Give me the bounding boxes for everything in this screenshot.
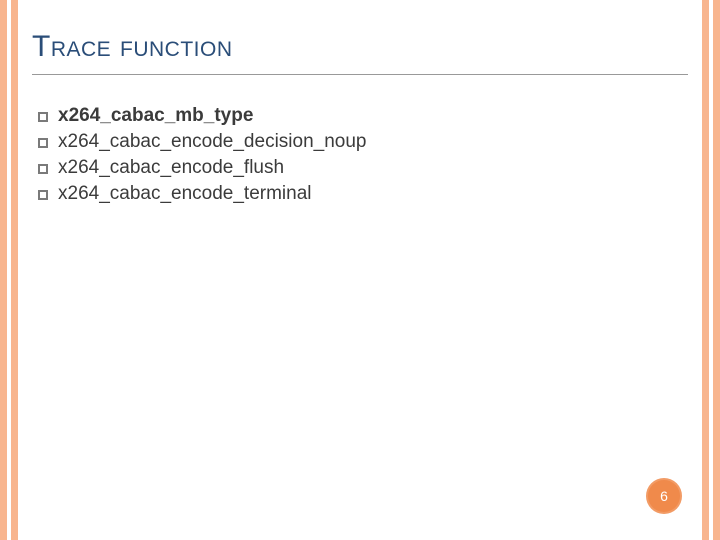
decorative-stripe <box>11 0 18 540</box>
list-item: x264_cabac_encode_decision_noup <box>38 131 688 153</box>
list-item-text: x264_cabac_encode_decision_noup <box>58 131 366 153</box>
list-item-text: x264_cabac_encode_flush <box>58 157 284 179</box>
decorative-stripe <box>713 0 720 540</box>
square-bullet-icon <box>38 190 48 200</box>
slide-content: Trace function x264_cabac_mb_type x264_c… <box>32 30 688 209</box>
square-bullet-icon <box>38 164 48 174</box>
square-bullet-icon <box>38 112 48 122</box>
decorative-stripe <box>0 0 7 540</box>
list-item: x264_cabac_encode_terminal <box>38 183 688 205</box>
list-item-text: x264_cabac_encode_terminal <box>58 183 312 205</box>
list-item-text: x264_cabac_mb_type <box>58 105 253 127</box>
bullet-list: x264_cabac_mb_type x264_cabac_encode_dec… <box>32 105 688 205</box>
list-item: x264_cabac_mb_type <box>38 105 688 127</box>
page-number-badge: 6 <box>646 478 682 514</box>
page-number: 6 <box>660 488 668 504</box>
decorative-stripe <box>702 0 709 540</box>
list-item: x264_cabac_encode_flush <box>38 157 688 179</box>
slide-title: Trace function <box>32 30 688 75</box>
square-bullet-icon <box>38 138 48 148</box>
